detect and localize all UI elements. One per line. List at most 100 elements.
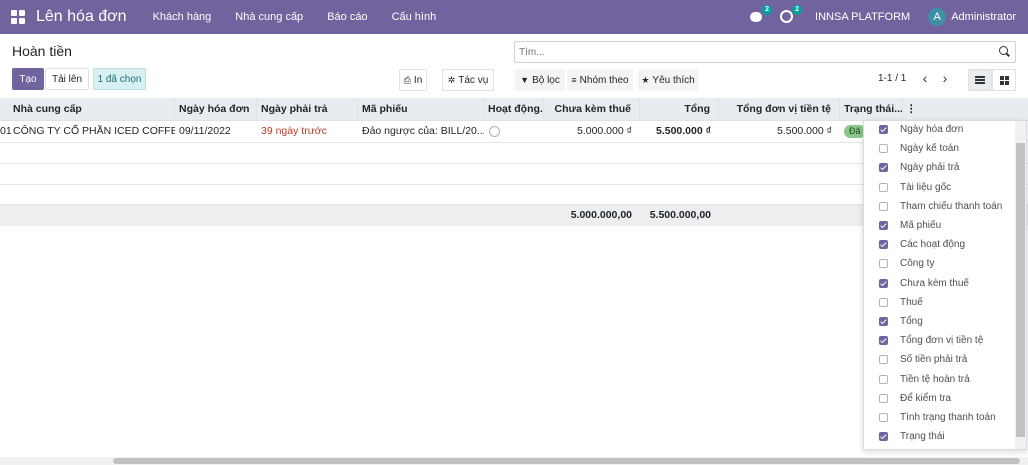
- column-toggle-label: Tài liệu gốc: [900, 181, 952, 193]
- messages-icon[interactable]: 2: [749, 5, 773, 25]
- column-checkbox[interactable]: [879, 125, 888, 134]
- cell-reference: Đảo ngược của: BILL/20...: [362, 125, 484, 137]
- messages-badge: 2: [762, 5, 773, 15]
- column-toggle-item[interactable]: Tham chiếu thanh toán: [864, 197, 1014, 216]
- column-checkbox[interactable]: [879, 297, 888, 307]
- column-toggle-item[interactable]: Trạng thái: [864, 427, 1014, 446]
- column-toggle-item[interactable]: Các hoạt động: [864, 235, 1014, 254]
- cell-vendor: CÔNG TY CỔ PHẦN ICED COFFEE: [13, 125, 175, 137]
- menu-vendors[interactable]: Nhà cung cấp: [223, 11, 315, 23]
- column-toggle-item[interactable]: Tình trạng thanh toán: [864, 408, 1014, 427]
- upload-button[interactable]: Tải lên: [45, 68, 89, 90]
- column-toggle-item[interactable]: Công ty: [864, 254, 1014, 273]
- column-checkbox[interactable]: [879, 182, 888, 192]
- group-by-button[interactable]: ≡ Nhóm theo: [567, 69, 633, 91]
- cell-total: 5.500.000 ₫: [655, 125, 711, 137]
- column-header-vendor[interactable]: Nhà cung cấp: [10, 98, 175, 121]
- column-toggle-item[interactable]: Ngày hóa đơn: [864, 121, 1014, 139]
- column-checkbox[interactable]: [879, 221, 888, 230]
- column-checkbox[interactable]: [879, 144, 888, 154]
- avatar[interactable]: A: [928, 8, 947, 26]
- menu-configuration[interactable]: Cấu hình: [380, 11, 449, 23]
- filter-icon: ▼: [520, 75, 530, 85]
- column-toggle-item[interactable]: Tiền tệ hoàn trả: [864, 370, 1014, 389]
- column-checkbox[interactable]: [879, 336, 888, 346]
- column-toggle-label: Thuế: [900, 296, 923, 308]
- activity-clock-icon[interactable]: [489, 126, 500, 137]
- column-checkbox[interactable]: [879, 413, 888, 422]
- column-toggle-label: Chưa kèm thuế: [900, 277, 969, 289]
- user-menu[interactable]: Administrator: [951, 11, 1016, 23]
- favorites-button[interactable]: ★ Yêu thích: [638, 69, 698, 91]
- gear-icon: ✲: [447, 74, 456, 85]
- print-button[interactable]: ⎙ In: [399, 69, 427, 91]
- column-header-invoice-date[interactable]: Ngày hóa đơn: [176, 98, 257, 121]
- column-toggle-item[interactable]: Thuế: [864, 293, 1014, 312]
- column-toggle-label: Công ty: [900, 258, 935, 270]
- create-button[interactable]: Tạo: [12, 68, 44, 90]
- search-icon[interactable]: [997, 45, 1011, 59]
- column-checkbox[interactable]: [879, 432, 888, 442]
- column-toggle-label: Ngày phải trả: [900, 162, 960, 174]
- column-toggle-label: Các hoạt động: [900, 239, 966, 251]
- column-checkbox[interactable]: [879, 317, 888, 326]
- pager-previous-icon[interactable]: ‹: [916, 69, 934, 87]
- column-toggle-item[interactable]: Chưa kèm thuế: [864, 274, 1014, 293]
- column-header-activities[interactable]: Hoạt động...: [485, 98, 544, 121]
- column-toggle-label: Ngày hóa đơn: [900, 124, 964, 135]
- column-header-due-date[interactable]: Ngày phải trả: [258, 98, 358, 121]
- column-toggle-label: Số tiền phải trả: [900, 354, 968, 366]
- dropdown-scrollbar[interactable]: [1015, 121, 1026, 449]
- column-checkbox[interactable]: [879, 259, 888, 269]
- list-lines-icon: ≡: [571, 75, 577, 85]
- column-checkbox[interactable]: [879, 163, 888, 173]
- activities-clock-icon[interactable]: 2: [779, 5, 803, 25]
- table-header: Nhà cung cấp Ngày hóa đơn Ngày phải trả …: [0, 98, 1028, 121]
- search-input[interactable]: [515, 46, 997, 58]
- app-title[interactable]: Lên hóa đơn: [36, 8, 127, 26]
- column-header-total-currency[interactable]: Tổng đơn vị tiền tệ: [720, 98, 840, 121]
- kanban-view-button[interactable]: [992, 69, 1016, 91]
- column-toggle-item[interactable]: Mã phiếu: [864, 216, 1014, 235]
- column-checkbox[interactable]: [879, 374, 888, 384]
- column-toggle-item[interactable]: Tổng: [864, 312, 1014, 331]
- pager-value[interactable]: 1-1 / 1: [878, 73, 906, 84]
- column-toggle-label: Trạng thái: [900, 431, 945, 443]
- column-options-icon[interactable]: ⋮: [903, 98, 913, 121]
- column-toggle-item[interactable]: Tài liệu gốc: [864, 178, 1014, 197]
- menu-customers[interactable]: Khách hàng: [141, 11, 224, 23]
- column-toggle-label: Mã phiếu: [900, 220, 942, 231]
- pager-next-icon[interactable]: ›: [936, 69, 954, 87]
- column-toggle-label: Tiền tệ hoàn trả: [900, 373, 970, 385]
- column-toggle-item[interactable]: Để kiểm tra: [864, 389, 1014, 408]
- activities-badge: 2: [792, 5, 803, 15]
- column-toggle-item[interactable]: Số tiền phải trả: [864, 350, 1014, 369]
- breadcrumb: Hoàn tiền: [12, 43, 72, 59]
- column-header-status[interactable]: Trạng thái...: [841, 98, 903, 121]
- optional-columns-dropdown: Ngày hóa đơn Ngày kế toán Ngày phải trả Tài…: [863, 120, 1027, 450]
- column-toggle-label: Tổng: [900, 316, 923, 327]
- filter-button[interactable]: ▼ Bộ lọc: [515, 69, 565, 91]
- company-switcher[interactable]: INNSA PLATFORM: [815, 11, 910, 23]
- column-header-reference[interactable]: Mã phiếu: [359, 98, 484, 121]
- column-header-untaxed[interactable]: Chưa kèm thuế: [545, 98, 640, 121]
- footer-total-sum: 5.500.000,00: [649, 209, 711, 221]
- horizontal-scrollbar[interactable]: [0, 457, 1028, 465]
- column-toggle-item[interactable]: Ngày phải trả: [864, 158, 1014, 177]
- column-toggle-item[interactable]: Tổng đơn vị tiền tệ: [864, 331, 1014, 350]
- search-box: [514, 41, 1016, 63]
- column-header-total[interactable]: Tổng: [641, 98, 719, 121]
- column-checkbox[interactable]: [879, 355, 888, 365]
- menu-reports[interactable]: Báo cáo: [315, 11, 379, 23]
- action-button[interactable]: ✲ Tác vụ: [442, 69, 494, 91]
- list-view-button[interactable]: [968, 69, 992, 91]
- column-checkbox[interactable]: [879, 240, 888, 250]
- cell-untaxed: 5.000.000 ₫: [576, 125, 632, 137]
- column-checkbox[interactable]: [879, 278, 888, 288]
- footer-untaxed-sum: 5.000.000,00: [570, 209, 632, 221]
- apps-grid-icon[interactable]: [11, 10, 25, 24]
- column-checkbox[interactable]: [879, 393, 888, 403]
- column-checkbox[interactable]: [879, 201, 888, 211]
- column-toggle-item[interactable]: Ngày kế toán: [864, 139, 1014, 158]
- column-toggle-label: Tình trạng thanh toán: [900, 412, 996, 423]
